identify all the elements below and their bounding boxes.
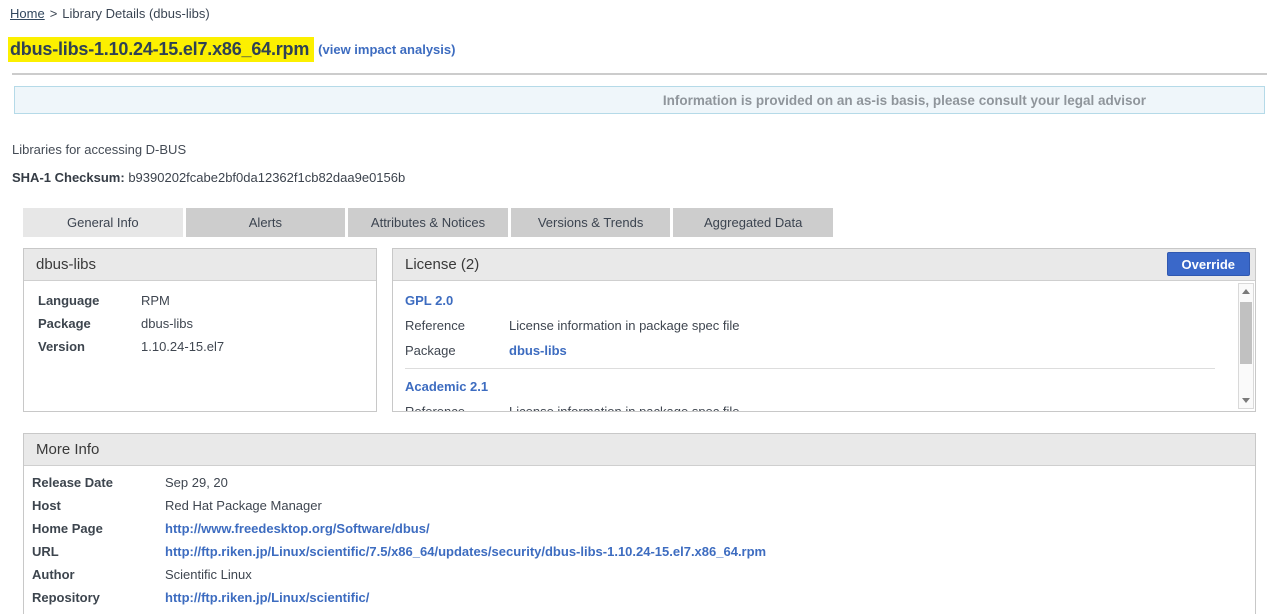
more-info-row-release-date: Release Date Sep 29, 20 [32,476,1247,490]
library-row-package: Package dbus-libs [38,316,362,331]
row-label: Author [32,568,165,582]
row-label: Release Date [32,476,165,490]
row-label: Repository [32,591,165,605]
more-info-row-repository: Repository http://ftp.riken.jp/Linux/sci… [32,591,1247,605]
row-value: License information in package spec file [509,404,740,412]
library-summary-panel: dbus-libs Language RPM Package dbus-libs… [23,248,377,412]
general-info-panels: dbus-libs Language RPM Package dbus-libs… [23,248,1256,412]
row-label: Version [38,339,141,354]
more-info-panel: More Info Release Date Sep 29, 20 Host R… [23,433,1256,614]
row-label: Host [32,499,165,513]
row-label: Package [405,343,509,358]
override-button[interactable]: Override [1167,252,1250,276]
legal-banner-text: Information is provided on an as-is basi… [663,93,1146,108]
row-label: Reference [405,318,509,333]
breadcrumb-separator: > [50,6,58,21]
breadcrumb-home-link[interactable]: Home [10,6,45,21]
row-label: Package [38,316,141,331]
tab-aggregated-data[interactable]: Aggregated Data [673,208,833,237]
library-row-version: Version 1.10.24-15.el7 [38,339,362,354]
row-value: Red Hat Package Manager [165,499,322,513]
tab-attributes-notices[interactable]: Attributes & Notices [348,208,508,237]
scroll-down-arrow-icon[interactable] [1239,393,1253,407]
license-row-reference: Reference License information in package… [405,318,1215,333]
tab-general-info[interactable]: General Info [23,208,183,237]
library-summary-body: Language RPM Package dbus-libs Version 1… [24,281,376,374]
tab-bar: General Info Alerts Attributes & Notices… [23,208,833,237]
license-entry-divider [405,368,1215,369]
impact-analysis-link[interactable]: (view impact analysis) [318,42,455,57]
license-scrollbar[interactable] [1238,283,1254,409]
repository-link[interactable]: http://ftp.riken.jp/Linux/scientific/ [165,591,369,605]
title-row: dbus-libs-1.10.24-15.el7.x86_64.rpm (vie… [8,37,1279,61]
license-panel: License (2) Override GPL 2.0 Reference L… [392,248,1256,412]
row-value: RPM [141,293,170,308]
library-row-language: Language RPM [38,293,362,308]
library-description: Libraries for accessing D-BUS [12,142,1279,157]
more-info-row-url: URL http://ftp.riken.jp/Linux/scientific… [32,545,1247,559]
license-panel-header: License (2) Override [393,249,1255,281]
legal-banner: Information is provided on an as-is basi… [14,86,1265,114]
sha1-checksum: SHA-1 Checksum: b9390202fcabe2bf0da12362… [12,170,1279,185]
scrollbar-thumb[interactable] [1240,302,1252,364]
row-value: Scientific Linux [165,568,252,582]
row-label: URL [32,545,165,559]
license-list: GPL 2.0 Reference License information in… [393,281,1255,412]
sha1-label: SHA-1 Checksum: [12,170,125,185]
download-url-link[interactable]: http://ftp.riken.jp/Linux/scientific/7.5… [165,545,766,559]
page-title: dbus-libs-1.10.24-15.el7.x86_64.rpm [8,37,314,62]
more-info-row-home-page: Home Page http://www.freedesktop.org/Sof… [32,522,1247,536]
more-info-header: More Info [24,434,1255,466]
license-row-package: Package dbus-libs [405,343,1215,358]
more-info-body: Release Date Sep 29, 20 Host Red Hat Pac… [24,466,1255,614]
tab-versions-trends[interactable]: Versions & Trends [511,208,671,237]
license-name-link[interactable]: Academic 2.1 [405,379,488,394]
more-info-row-host: Host Red Hat Package Manager [32,499,1247,513]
breadcrumb-current: Library Details (dbus-libs) [62,6,209,21]
tab-alerts[interactable]: Alerts [186,208,346,237]
package-link[interactable]: dbus-libs [509,343,567,358]
library-summary-header: dbus-libs [24,249,376,281]
title-divider [12,73,1267,75]
license-row-reference: Reference License information in package… [405,404,1215,412]
row-value: Sep 29, 20 [165,476,228,490]
row-label: Home Page [32,522,165,536]
license-panel-title: License (2) [405,256,479,273]
license-name-link[interactable]: GPL 2.0 [405,293,453,308]
row-label: Reference [405,404,509,412]
row-value: dbus-libs [141,316,193,331]
more-info-row-author: Author Scientific Linux [32,568,1247,582]
sha1-value: b9390202fcabe2bf0da12362f1cb82daa9e0156b [128,170,405,185]
row-value: 1.10.24-15.el7 [141,339,224,354]
scroll-up-arrow-icon[interactable] [1239,285,1253,299]
row-value: License information in package spec file [509,318,740,333]
home-page-link[interactable]: http://www.freedesktop.org/Software/dbus… [165,522,430,536]
row-label: Language [38,293,141,308]
breadcrumb: Home > Library Details (dbus-libs) [10,6,1279,21]
